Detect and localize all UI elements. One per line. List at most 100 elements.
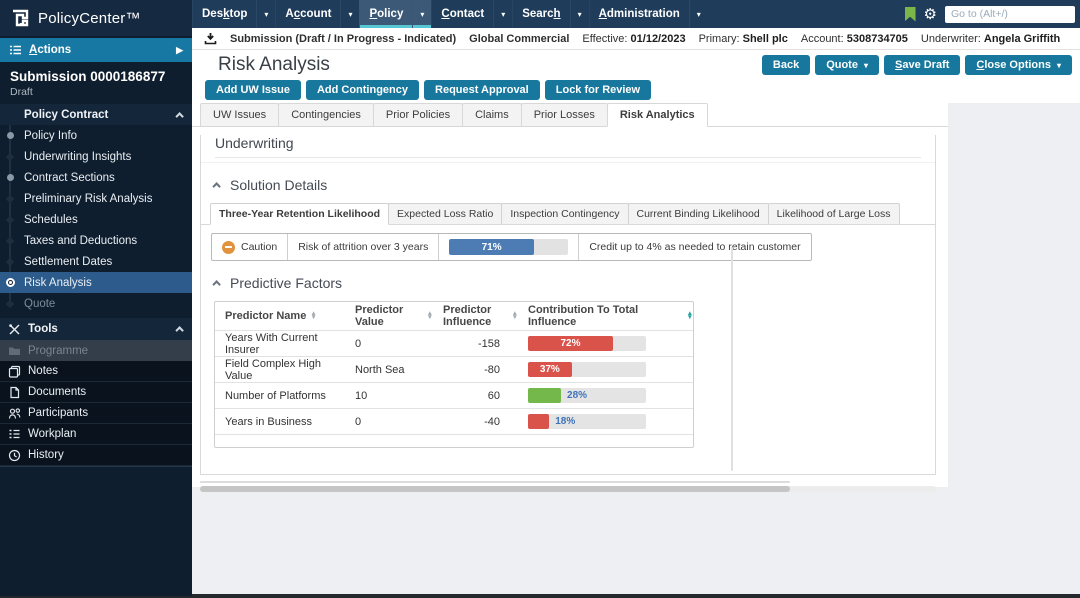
goto-input[interactable] xyxy=(945,6,1075,23)
quote-button[interactable]: Quote▾ xyxy=(815,55,879,75)
table-row-number-of-platforms[interactable]: Number of Platforms106028% xyxy=(215,382,693,408)
tool-label: Participants xyxy=(28,407,88,419)
tab-contingencies[interactable]: Contingencies xyxy=(278,103,374,126)
bookmark-icon[interactable] xyxy=(905,7,916,22)
solution-tab-likelihood-of-large-loss[interactable]: Likelihood of Large Loss xyxy=(768,203,900,224)
account-number-link[interactable]: 5308734705 xyxy=(847,33,908,45)
chevron-down-icon[interactable]: ▾ xyxy=(1057,61,1061,70)
sidebar-tool-history[interactable]: History xyxy=(0,445,192,466)
tab-label: Risk Analytics xyxy=(620,109,695,121)
button-label: Lock for Review xyxy=(556,84,640,96)
solution-tab-current-binding-likelihood[interactable]: Current Binding Likelihood xyxy=(628,203,769,224)
tab-label: Claims xyxy=(475,109,509,121)
sidebar-item-policy-info[interactable]: Policy Info xyxy=(0,125,192,146)
tab-claims[interactable]: Claims xyxy=(462,103,522,126)
predictor-influence: 60 xyxy=(433,390,518,402)
menu-policy[interactable]: Policy▾ xyxy=(359,0,431,28)
sidebar-item-risk-analysis[interactable]: Risk Analysis xyxy=(0,272,192,293)
chevron-down-icon[interactable]: ▾ xyxy=(864,61,868,70)
sidebar-item-preliminary-risk-analysis[interactable]: Preliminary Risk Analysis xyxy=(0,188,192,209)
context-bar: Submission (Draft / In Progress - Indica… xyxy=(192,28,1080,50)
tab-label: Three-Year Retention Likelihood xyxy=(219,208,380,220)
sidebar-item-schedules[interactable]: Schedules xyxy=(0,209,192,230)
add-uw-issue-button[interactable]: Add UW Issue xyxy=(205,80,301,100)
sidebar-tool-programme[interactable]: Programme xyxy=(0,340,192,361)
table-row-years-in-business[interactable]: Years in Business0-4018% xyxy=(215,408,693,434)
predictive-factors-label: Predictive Factors xyxy=(230,275,342,291)
chevron-down-icon[interactable]: ▾ xyxy=(689,0,708,28)
menu-label[interactable]: Contact xyxy=(431,0,493,28)
tools-icon xyxy=(8,323,21,336)
gear-icon[interactable]: ⚙ xyxy=(924,7,937,22)
menu-label[interactable]: Search xyxy=(512,0,569,28)
menu-contact[interactable]: Contact▾ xyxy=(431,0,512,28)
policy-contract-header[interactable]: Policy Contract xyxy=(0,104,192,125)
menu-label[interactable]: Policy xyxy=(359,0,412,28)
predictor-name: Years in Business xyxy=(215,416,345,428)
collapse-icon[interactable] xyxy=(212,280,220,288)
request-approval-button[interactable]: Request Approval xyxy=(424,80,540,100)
sidebar-item-quote[interactable]: Quote xyxy=(0,293,192,314)
score-label: 71% xyxy=(482,242,502,253)
menu-label[interactable]: Desktop xyxy=(192,0,256,28)
sidebar-item-underwriting-insights[interactable]: Underwriting Insights xyxy=(0,146,192,167)
solution-details-header[interactable]: Solution Details xyxy=(215,177,935,193)
context-account: Account: 5308734705 xyxy=(801,33,908,45)
sidebar-tool-workplan[interactable]: Workplan xyxy=(0,424,192,445)
menu-search[interactable]: Search▾ xyxy=(512,0,588,28)
collapse-icon[interactable] xyxy=(175,112,183,120)
solution-tab-three-year-retention-likelihood[interactable]: Three-Year Retention Likelihood xyxy=(210,203,389,225)
sidebar-item-label: Underwriting Insights xyxy=(24,151,131,163)
predictive-factors-header[interactable]: Predictive Factors xyxy=(215,275,935,291)
sidebar-item-taxes-and-deductions[interactable]: Taxes and Deductions xyxy=(0,230,192,251)
chevron-down-icon[interactable]: ▾ xyxy=(340,0,359,28)
sidebar-tool-notes[interactable]: Notes xyxy=(0,361,192,382)
context-submission-status: Submission (Draft / In Progress - Indica… xyxy=(230,33,456,45)
button-label: Back xyxy=(773,59,799,71)
solution-tab-inspection-contingency[interactable]: Inspection Contingency xyxy=(501,203,628,224)
sidebar-item-contract-sections[interactable]: Contract Sections xyxy=(0,167,192,188)
column-header-contribution-to-total-influence[interactable]: Contribution To Total Influence▲▼ xyxy=(518,304,693,328)
chevron-down-icon[interactable]: ▾ xyxy=(256,0,275,28)
menu-desktop[interactable]: Desktop▾ xyxy=(192,0,275,28)
tool-label: Documents xyxy=(28,386,86,398)
divider xyxy=(201,162,935,163)
chevron-down-icon[interactable]: ▾ xyxy=(412,0,431,28)
sidebar-item-label: Schedules xyxy=(24,214,78,226)
scroll-shadow-line xyxy=(200,481,790,483)
save-draft-button[interactable]: Save Draft xyxy=(884,55,960,75)
tab-prior-losses[interactable]: Prior Losses xyxy=(521,103,608,126)
chevron-down-icon[interactable]: ▾ xyxy=(570,0,589,28)
sort-arrows-icon[interactable]: ▲▼ xyxy=(310,312,316,321)
horizontal-scrollbar-thumb[interactable] xyxy=(200,486,790,492)
column-header-predictor-influence[interactable]: Predictor Influence▲▼ xyxy=(433,304,518,328)
menu-label[interactable]: Administration xyxy=(589,0,689,28)
sidebar-tool-documents[interactable]: Documents xyxy=(0,382,192,403)
horizontal-scrollbar-track[interactable] xyxy=(200,486,936,492)
actions-menu[interactable]: Actions ▶ xyxy=(0,38,192,62)
sidebar-item-settlement-dates[interactable]: Settlement Dates xyxy=(0,251,192,272)
lock-for-review-button[interactable]: Lock for Review xyxy=(545,80,651,100)
back-button[interactable]: Back xyxy=(762,55,810,75)
table-row-years-with-current-insurer[interactable]: Years With Current Insurer0-15872% xyxy=(215,330,693,356)
close-options-button[interactable]: Close Options▾ xyxy=(965,55,1072,75)
menu-label[interactable]: Account xyxy=(275,0,340,28)
column-header-predictor-name[interactable]: Predictor Name▲▼ xyxy=(215,310,345,322)
sidebar-tool-participants[interactable]: Participants xyxy=(0,403,192,424)
menu-account[interactable]: Account▾ xyxy=(275,0,359,28)
menu-administration[interactable]: Administration▾ xyxy=(589,0,708,28)
column-header-predictor-value[interactable]: Predictor Value▲▼ xyxy=(345,304,433,328)
tab-uw-issues[interactable]: UW Issues xyxy=(200,103,279,126)
solution-tab-expected-loss-ratio[interactable]: Expected Loss Ratio xyxy=(388,203,502,224)
add-contingency-button[interactable]: Add Contingency xyxy=(306,80,419,100)
collapse-icon[interactable] xyxy=(212,182,220,190)
collapse-icon[interactable] xyxy=(175,326,183,334)
tab-risk-analytics[interactable]: Risk Analytics xyxy=(607,103,708,127)
chevron-down-icon[interactable]: ▾ xyxy=(493,0,512,28)
tab-prior-policies[interactable]: Prior Policies xyxy=(373,103,463,126)
inner-vertical-scrollbar[interactable] xyxy=(731,247,733,471)
sort-arrows-icon[interactable]: ▲▼ xyxy=(687,312,693,321)
notes-icon xyxy=(8,365,21,378)
tools-header[interactable]: Tools xyxy=(0,318,192,340)
table-row-field-complex-high-value[interactable]: Field Complex High ValueNorth Sea-8037% xyxy=(215,356,693,382)
